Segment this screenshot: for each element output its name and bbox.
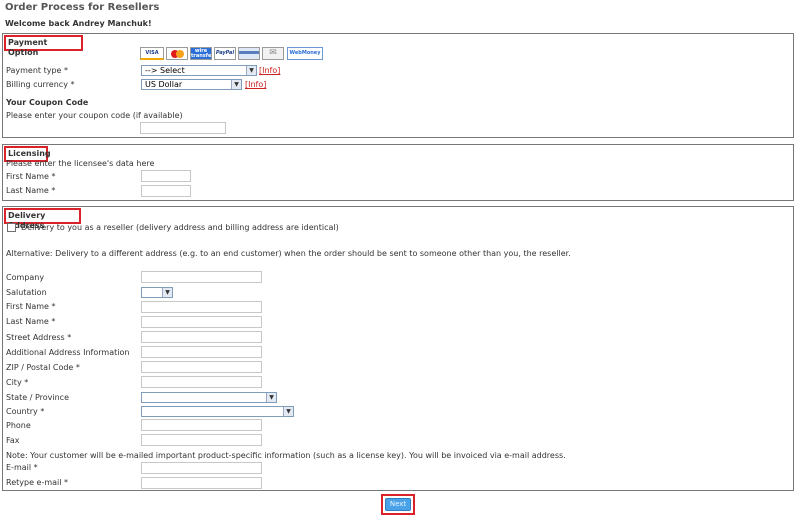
reseller-delivery-checkbox[interactable] [7, 223, 16, 232]
coupon-hint: Please enter your coupon code (if availa… [6, 111, 183, 120]
company-label: Company [6, 273, 45, 282]
city-input[interactable] [141, 376, 262, 388]
licensing-section: Licensing Please enter the licensee's da… [2, 144, 794, 201]
chevron-down-icon: ▼ [231, 80, 241, 89]
licensing-first-name-label: First Name * [6, 172, 56, 181]
zip-input[interactable] [141, 361, 262, 373]
country-label: Country * [6, 407, 45, 416]
delivery-section: Delivery Address Delivery to you as a re… [2, 206, 794, 491]
retype-email-label: Retype e-mail * [6, 478, 69, 487]
fax-input[interactable] [141, 434, 262, 446]
delivery-heading: Delivery Address [4, 208, 81, 230]
next-button-highlight: Next [381, 494, 415, 515]
billing-currency-label: Billing currency * [6, 80, 75, 89]
state-select[interactable]: ▼ [141, 392, 277, 403]
chevron-down-icon: ▼ [246, 66, 256, 75]
chevron-down-icon: ▼ [283, 407, 293, 416]
visa-icon: VISA [140, 47, 164, 60]
reseller-delivery-label: Delivery to you as a reseller (delivery … [21, 223, 339, 232]
chevron-down-icon: ▼ [266, 393, 276, 402]
phone-input[interactable] [141, 419, 262, 431]
card-generic-icon [238, 47, 260, 60]
salutation-label: Salutation [6, 288, 47, 297]
webmoney-icon: WebMoney [287, 47, 323, 60]
chevron-down-icon: ▼ [162, 288, 172, 297]
page-title: Order Process for Resellers [5, 2, 160, 13]
wire-transfer-icon: wire transfer [190, 47, 212, 60]
billing-currency-info-link[interactable]: [Info] [245, 80, 266, 90]
city-label: City * [6, 378, 29, 387]
fax-label: Fax [6, 436, 20, 445]
licensing-last-name-input[interactable] [141, 185, 191, 197]
retype-email-input[interactable] [141, 477, 262, 489]
coupon-heading: Your Coupon Code [6, 98, 89, 107]
country-select[interactable]: ▼ [141, 406, 294, 417]
welcome-message: Welcome back Andrey Manchuk! [5, 19, 152, 28]
envelope-icon: ✉ [262, 47, 284, 60]
street-address-label: Street Address * [6, 333, 72, 342]
phone-label: Phone [6, 421, 31, 430]
coupon-input[interactable] [140, 122, 226, 134]
paypal-icon: PayPal [214, 47, 236, 60]
zip-label: ZIP / Postal Code * [6, 363, 80, 372]
last-name-input[interactable] [141, 316, 262, 328]
additional-address-label: Additional Address Information [6, 348, 130, 357]
street-address-input[interactable] [141, 331, 262, 343]
licensing-first-name-input[interactable] [141, 170, 191, 182]
email-note: Note: Your customer will be e-mailed imp… [6, 451, 566, 460]
email-input[interactable] [141, 462, 262, 474]
alternative-delivery-text: Alternative: Delivery to a different add… [6, 249, 571, 258]
first-name-input[interactable] [141, 301, 262, 313]
payment-type-info-link[interactable]: [Info] [259, 66, 280, 76]
salutation-select[interactable]: ▼ [141, 287, 173, 298]
payment-heading: Payment Option [4, 35, 83, 57]
billing-currency-value: US Dollar [145, 80, 183, 89]
payment-section: Payment Option VISA wire transfer PayPal… [2, 33, 794, 138]
next-button[interactable]: Next [385, 498, 411, 511]
licensing-hint: Please enter the licensee's data here [6, 159, 155, 168]
email-label: E-mail * [6, 463, 38, 472]
billing-currency-select[interactable]: US Dollar ▼ [141, 79, 242, 90]
additional-address-input[interactable] [141, 346, 262, 358]
state-label: State / Province [6, 393, 69, 402]
licensing-last-name-label: Last Name * [6, 186, 56, 195]
payment-type-label: Payment type * [6, 66, 68, 75]
first-name-label: First Name * [6, 302, 56, 311]
mastercard-icon [166, 47, 188, 60]
last-name-label: Last Name * [6, 317, 56, 326]
company-input[interactable] [141, 271, 262, 283]
payment-type-value: --> Select [145, 66, 185, 75]
payment-type-select[interactable]: --> Select ▼ [141, 65, 257, 76]
